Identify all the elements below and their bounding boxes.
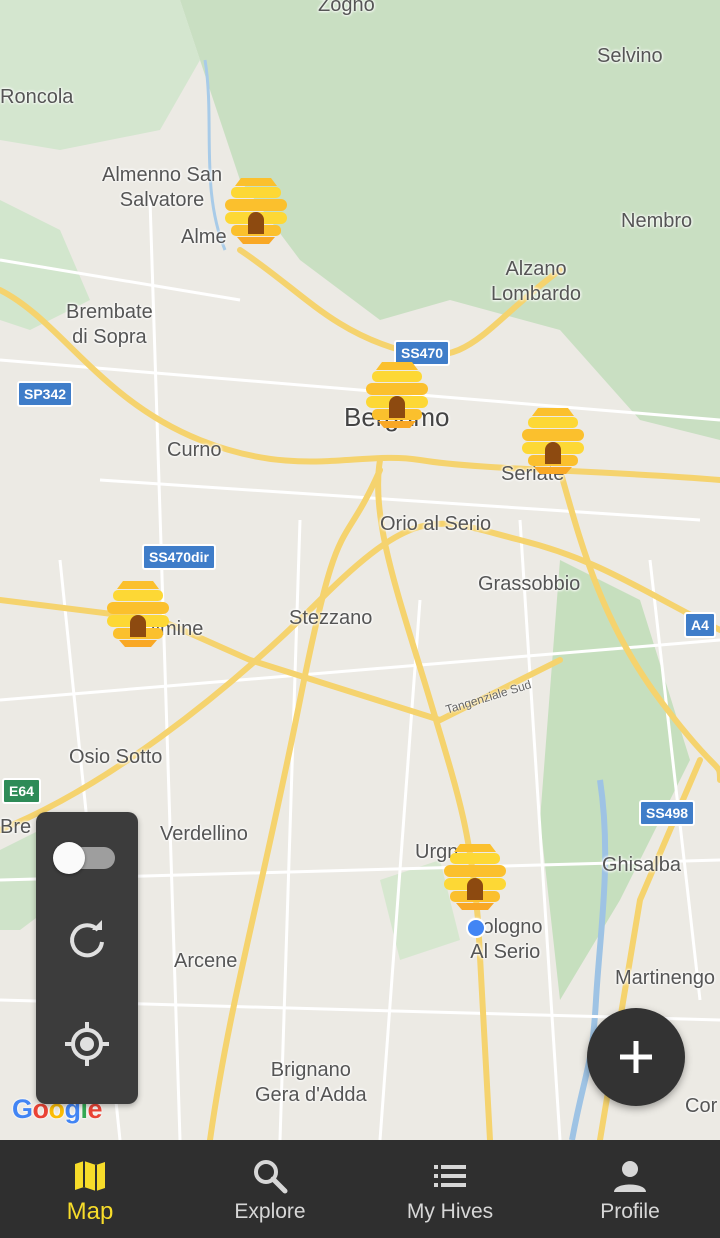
road-shield: E64 [2,778,41,804]
nav-my-hives[interactable]: My Hives [360,1140,540,1238]
current-location-icon [466,918,486,938]
place-label: Selvino [597,45,663,67]
nav-label: Profile [600,1200,660,1223]
place-label: Nembro [621,210,693,232]
place-label: Grassobbio [478,573,581,595]
list-icon [434,1165,466,1187]
map-icon [75,1161,105,1191]
nav-label: Explore [234,1200,306,1223]
place-label: Almenno San Salvatore [102,164,223,211]
map-controls-panel [36,812,138,1104]
place-label: Stezzano [289,607,373,629]
place-label: Brignano Gera d'Adda [255,1059,367,1106]
plus-icon [620,1041,652,1073]
place-label: Alme [181,226,227,248]
place-label: Ghisalba [602,854,681,876]
my-location-icon[interactable] [63,1020,111,1068]
place-label: Zogno [318,0,375,16]
hive-marker-icon[interactable] [362,360,432,430]
nav-label: My Hives [406,1200,494,1223]
road-shield: A4 [684,612,716,638]
hive-filter-toggle[interactable] [53,840,117,874]
nav-label: Map [66,1198,114,1225]
hive-marker-icon[interactable] [103,579,173,649]
road-shield: SS470dir [142,544,216,570]
hive-marker-icon[interactable] [440,842,510,912]
place-label: Roncola [0,86,74,108]
place-label: Osio Sotto [69,746,163,768]
place-label: Cor [685,1095,718,1117]
place-label: Martinengo [615,967,716,989]
bottom-navigation: Map Explore My Hives Profile [0,1140,720,1238]
toggle-knob [53,842,85,874]
search-icon [254,1160,288,1194]
place-label: Bre [0,816,32,838]
nav-explore[interactable]: Explore [180,1140,360,1238]
road-shield: SP342 [17,381,74,407]
person-icon [614,1161,646,1192]
place-label: Arcene [174,950,238,972]
nav-map[interactable]: Map [0,1140,180,1238]
hive-marker-icon[interactable] [518,406,588,476]
place-label: Brembate di Sopra [66,301,153,348]
nav-profile[interactable]: Profile [540,1140,720,1238]
refresh-icon[interactable] [63,916,111,964]
hive-marker-icon[interactable] [221,176,291,246]
place-label: Verdellino [160,823,248,845]
add-hive-button[interactable] [587,1008,685,1106]
road-shield: SS498 [639,800,696,826]
place-label: Orio al Serio [380,513,492,535]
place-label: Alzano Lombardo [491,258,582,305]
place-label: Curno [167,439,222,461]
